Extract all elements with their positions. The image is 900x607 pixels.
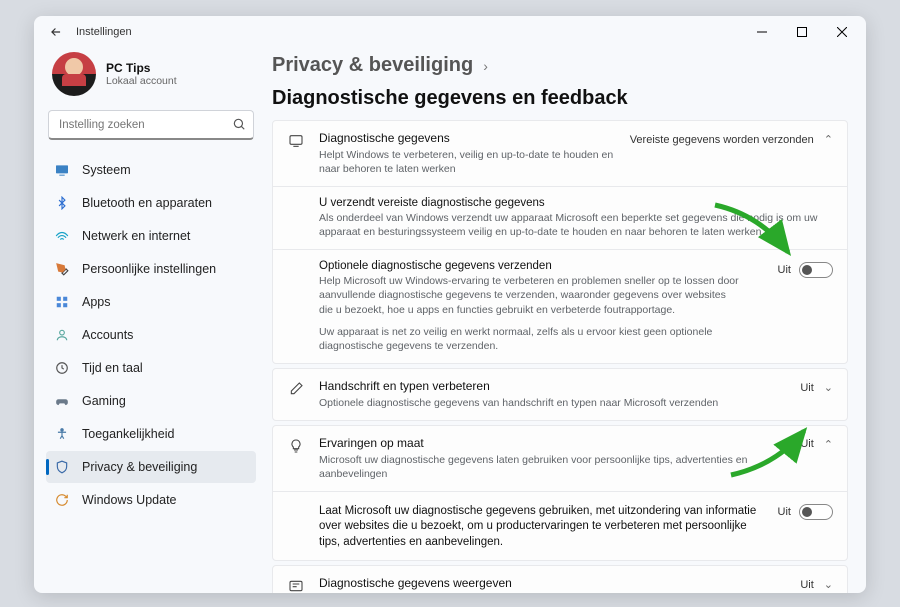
feedback-icon: [287, 133, 305, 149]
maximize-button[interactable]: [782, 18, 822, 46]
sidebar-item-bluetooth[interactable]: Bluetooth en apparaten: [46, 187, 256, 219]
sidebar-item-update[interactable]: Windows Update: [46, 484, 256, 516]
card-tailored-header[interactable]: Ervaringen op maat Microsoft uw diagnost…: [273, 426, 847, 491]
sidebar-item-accounts[interactable]: Accounts: [46, 319, 256, 351]
profile-sub: Lokaal account: [106, 75, 177, 87]
chevron-right-icon: ›: [483, 58, 488, 74]
card-state: Uit: [800, 438, 813, 450]
sidebar-item-network[interactable]: Netwerk en internet: [46, 220, 256, 252]
sidebar-item-gaming[interactable]: Gaming: [46, 385, 256, 417]
time-icon: [54, 360, 70, 376]
card-inking[interactable]: Handschrift en typen verbeteren Optionel…: [272, 368, 848, 421]
main-panel: Privacy & beveiliging › Diagnostische ge…: [264, 48, 866, 593]
close-button[interactable]: [822, 18, 862, 46]
back-button[interactable]: [46, 25, 66, 39]
sidebar-item-system[interactable]: Systeem: [46, 154, 256, 186]
chevron-up-icon: ⌃: [824, 438, 833, 451]
sidebar: PC Tips Lokaal account Systeem Bluetooth…: [34, 48, 264, 593]
tailored-inner: Laat Microsoft uw diagnostische gegevens…: [273, 492, 847, 561]
sidebar-item-accessibility[interactable]: Toegankelijkheid: [46, 418, 256, 450]
card-diagnostic-header[interactable]: Diagnostische gegevens Helpt Windows te …: [273, 121, 847, 186]
breadcrumb: Privacy & beveiliging › Diagnostische ge…: [272, 54, 848, 110]
lightbulb-icon: [287, 438, 305, 454]
nav-list: Systeem Bluetooth en apparaten Netwerk e…: [46, 154, 256, 516]
settings-window: Instellingen PC Tips Lokaal account: [34, 16, 866, 593]
nav-label: Systeem: [82, 163, 131, 177]
card-diagnostic: Diagnostische gegevens Helpt Windows te …: [272, 120, 848, 364]
required-title: U verzendt vereiste diagnostische gegeve…: [319, 197, 833, 209]
card-state: Uit: [800, 382, 813, 394]
update-icon: [54, 492, 70, 508]
nav-label: Apps: [82, 295, 111, 309]
toggle-label: Uit: [778, 506, 791, 518]
card-sub: Optionele diagnostische gegevens van han…: [319, 396, 786, 410]
search-icon: [232, 117, 246, 136]
accounts-icon: [54, 327, 70, 343]
chevron-down-icon: ⌄: [824, 578, 833, 591]
optional-title: Optionele diagnostische gegevens verzend…: [319, 260, 766, 272]
titlebar: Instellingen: [34, 16, 866, 48]
optional-toggle[interactable]: [799, 262, 833, 278]
tailored-text: Laat Microsoft uw diagnostische gegevens…: [319, 504, 766, 551]
apps-icon: [54, 294, 70, 310]
nav-label: Accounts: [82, 328, 133, 342]
sidebar-item-personalize[interactable]: Persoonlijke instellingen: [46, 253, 256, 285]
optional-data-section: Optionele diagnostische gegevens verzend…: [273, 250, 847, 363]
card-tailored: Ervaringen op maat Microsoft uw diagnost…: [272, 425, 848, 561]
optional-note: Uw apparaat is net zo veilig en werkt no…: [319, 325, 739, 353]
breadcrumb-parent[interactable]: Privacy & beveiliging: [272, 54, 473, 77]
bluetooth-icon: [54, 195, 70, 211]
minimize-button[interactable]: [742, 18, 782, 46]
required-sub: Als onderdeel van Windows verzendt uw ap…: [319, 211, 829, 239]
sidebar-item-time[interactable]: Tijd en taal: [46, 352, 256, 384]
tailored-toggle[interactable]: [799, 504, 833, 520]
card-title: Diagnostische gegevens weergeven: [319, 576, 786, 592]
personalize-icon: [54, 261, 70, 277]
nav-label: Gaming: [82, 394, 126, 408]
nav-label: Tijd en taal: [82, 361, 143, 375]
accessibility-icon: [54, 426, 70, 442]
avatar: [52, 52, 96, 96]
view-icon: [287, 578, 305, 593]
optional-sub: Help Microsoft uw Windows-ervaring te ve…: [319, 274, 739, 317]
window-title: Instellingen: [76, 26, 132, 38]
profile-name: PC Tips: [106, 61, 177, 75]
search-input[interactable]: [48, 110, 254, 140]
nav-label: Netwerk en internet: [82, 229, 190, 243]
card-status: Vereiste gegevens worden verzonden: [630, 134, 814, 146]
required-data-section: U verzendt vereiste diagnostische gegeve…: [273, 187, 847, 249]
nav-label: Persoonlijke instellingen: [82, 262, 216, 276]
card-state: Uit: [800, 579, 813, 591]
system-icon: [54, 162, 70, 178]
card-title: Handschrift en typen verbeteren: [319, 379, 786, 395]
privacy-icon: [54, 459, 70, 475]
nav-label: Bluetooth en apparaten: [82, 196, 212, 210]
chevron-down-icon: ⌄: [824, 381, 833, 394]
profile[interactable]: PC Tips Lokaal account: [46, 48, 256, 106]
pen-icon: [287, 381, 305, 397]
search-box: [48, 110, 254, 140]
nav-label: Toegankelijkheid: [82, 427, 174, 441]
gaming-icon: [54, 393, 70, 409]
nav-label: Privacy & beveiliging: [82, 460, 197, 474]
sidebar-item-apps[interactable]: Apps: [46, 286, 256, 318]
card-title: Diagnostische gegevens: [319, 131, 616, 147]
sidebar-item-privacy[interactable]: Privacy & beveiliging: [46, 451, 256, 483]
network-icon: [54, 228, 70, 244]
toggle-label: Uit: [778, 264, 791, 276]
nav-label: Windows Update: [82, 493, 177, 507]
page-title: Diagnostische gegevens en feedback: [272, 87, 628, 110]
chevron-up-icon: ⌃: [824, 133, 833, 146]
card-view[interactable]: Diagnostische gegevens weergeven Uw gege…: [272, 565, 848, 593]
card-sub: Microsoft uw diagnostische gegevens late…: [319, 453, 786, 481]
card-title: Ervaringen op maat: [319, 436, 786, 452]
card-sub: Helpt Windows te verbeteren, veilig en u…: [319, 148, 616, 176]
